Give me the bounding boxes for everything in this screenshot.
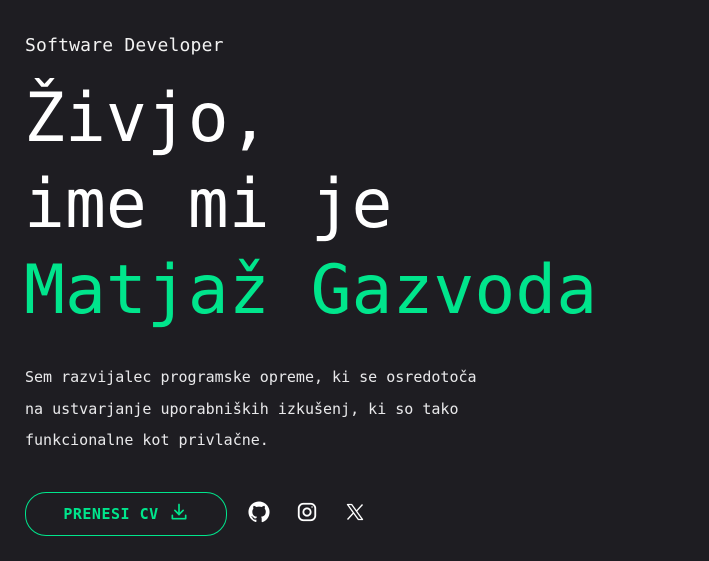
description-line: Sem razvijalec programske opreme, ki se … [25, 368, 477, 386]
headline-intro: ime mi je [24, 165, 393, 244]
instagram-link[interactable] [295, 500, 319, 524]
headline-name: Matjaž Gazvoda [24, 251, 598, 330]
role-subtitle: Software Developer [25, 35, 224, 56]
instagram-icon [296, 501, 318, 523]
download-cv-button[interactable]: PRENESI CV [25, 492, 227, 536]
x-link[interactable] [343, 500, 367, 524]
download-cv-label: PRENESI CV [63, 505, 159, 523]
hero-headline: Živjo, ime mi je Matjaž Gazvoda [24, 76, 597, 334]
github-link[interactable] [247, 500, 271, 524]
x-icon [345, 502, 365, 522]
description-line: na ustvarjanje uporabniških izkušenj, ki… [25, 399, 459, 418]
description-line: funkcionalne kot privlačne. [25, 431, 269, 449]
download-icon [169, 502, 189, 526]
github-icon [248, 501, 270, 523]
hero-description: Sem razvijalec programske opreme, ki se … [25, 362, 545, 457]
headline-greeting: Živjo, [24, 79, 270, 158]
